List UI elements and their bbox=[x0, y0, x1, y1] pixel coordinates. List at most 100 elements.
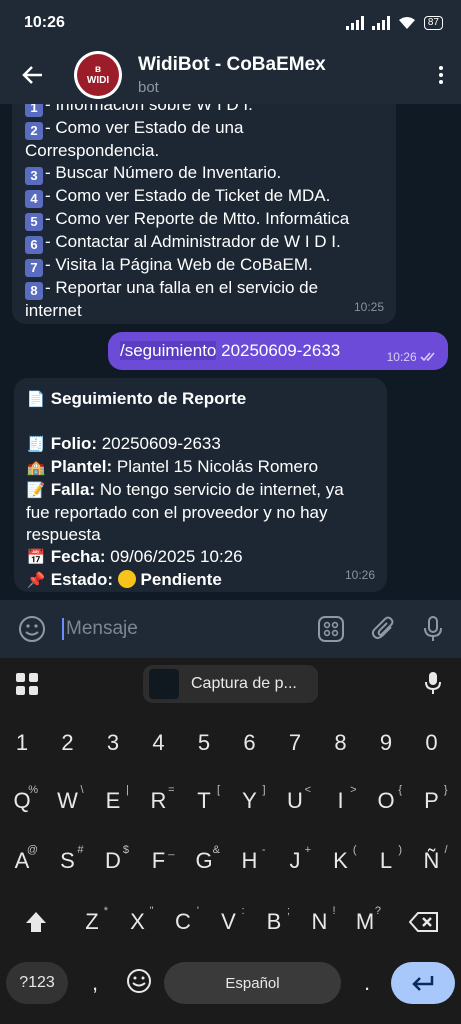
symbols-key[interactable]: ?123 bbox=[6, 962, 68, 1004]
estado-value: Pendiente bbox=[140, 570, 222, 589]
key-0[interactable]: 0 bbox=[414, 730, 450, 756]
arrow-left-icon bbox=[22, 66, 42, 84]
key-u[interactable]: U < bbox=[277, 784, 313, 814]
key-v[interactable]: V: bbox=[211, 905, 247, 935]
receipt-icon: 🧾 bbox=[26, 436, 46, 453]
falla-value-2: fue reportado con el proveedor y no hay bbox=[26, 503, 328, 522]
key-r[interactable]: R = bbox=[141, 784, 177, 814]
key-7[interactable]: 7 bbox=[277, 730, 313, 756]
clipboard-label: Captura de p... bbox=[191, 675, 297, 692]
key-z[interactable]: Z * bbox=[74, 905, 110, 935]
more-options-icon[interactable] bbox=[421, 66, 461, 84]
command-link[interactable]: /seguimiento bbox=[120, 341, 217, 360]
status-time: 10:26 bbox=[24, 14, 65, 31]
key-label: D bbox=[105, 848, 121, 873]
key-g[interactable]: G & bbox=[186, 844, 222, 874]
keycap-number-icon: 1 bbox=[25, 104, 43, 117]
key-5[interactable]: 5 bbox=[186, 730, 222, 756]
key-secondary-label: ; bbox=[286, 905, 290, 917]
period-key[interactable]: . bbox=[352, 970, 382, 996]
clipboard-suggestion[interactable]: Captura de p... bbox=[143, 665, 318, 703]
key-b[interactable]: B; bbox=[256, 905, 292, 935]
wifi-icon bbox=[398, 17, 415, 29]
key-secondary-label: / bbox=[444, 844, 448, 856]
key-label: J bbox=[289, 848, 301, 873]
key-q[interactable]: Q% bbox=[4, 784, 40, 814]
menu-item: 2- Como ver Estado de una bbox=[25, 117, 384, 140]
keycap-number-icon: 2 bbox=[25, 122, 43, 140]
key-label: R bbox=[150, 788, 167, 813]
key-m[interactable]: M? bbox=[347, 905, 383, 935]
key-o[interactable]: O{ bbox=[368, 784, 404, 814]
avatar-text: WIDI bbox=[86, 75, 110, 86]
bot-commands-button[interactable] bbox=[317, 615, 345, 643]
key-n[interactable]: N! bbox=[302, 905, 338, 935]
key-secondary-label: [ bbox=[216, 784, 220, 796]
battery-icon: 87 bbox=[423, 16, 443, 30]
message-input[interactable]: Mensaje bbox=[62, 618, 138, 640]
folio-label: Folio: bbox=[50, 434, 97, 453]
chat-title-block[interactable]: WidiBot - CoBaEMex bot bbox=[138, 54, 326, 96]
key-w[interactable]: W \ bbox=[50, 784, 86, 814]
bot-avatar[interactable]: ʙ WIDI bbox=[74, 51, 122, 99]
menu-item: 4- Como ver Estado de Ticket de MDA. bbox=[25, 185, 384, 208]
key-secondary-label: " bbox=[149, 905, 154, 917]
key-1[interactable]: 1 bbox=[4, 730, 40, 756]
key-9[interactable]: 9 bbox=[368, 730, 404, 756]
plantel-label: Plantel: bbox=[50, 457, 113, 476]
menu-message-bubble: 1- Información sobre W I D I. 2- Como ver… bbox=[12, 104, 396, 324]
keyboard-mic-button[interactable] bbox=[424, 671, 442, 700]
menu-item-text: - Contactar al Administrador de W I D I. bbox=[45, 232, 341, 251]
key-2[interactable]: 2 bbox=[50, 730, 86, 756]
backspace-key[interactable] bbox=[404, 904, 444, 940]
menu-item-text: Correspondencia. bbox=[25, 141, 160, 160]
key-f[interactable]: F _ bbox=[141, 844, 177, 874]
key-4[interactable]: 4 bbox=[141, 730, 177, 756]
key-k[interactable]: K( bbox=[323, 844, 359, 874]
key-y[interactable]: Y] bbox=[232, 784, 268, 814]
report-title: Seguimiento de Reporte bbox=[50, 389, 247, 408]
key-i[interactable]: I > bbox=[323, 784, 359, 814]
key-x[interactable]: X " bbox=[120, 905, 156, 935]
chat-subtitle: bot bbox=[138, 79, 159, 96]
key-6[interactable]: 6 bbox=[232, 730, 268, 756]
key-p[interactable]: P} bbox=[414, 784, 450, 814]
comma-key[interactable]: , bbox=[80, 970, 110, 996]
key-a[interactable]: A @ bbox=[4, 844, 40, 874]
voice-button[interactable] bbox=[423, 615, 443, 643]
key-label: G bbox=[195, 848, 213, 873]
back-button[interactable] bbox=[0, 46, 64, 104]
menu-item-text: - Información sobre W I D I. bbox=[45, 104, 253, 114]
menu-item: 5- Como ver Reporte de Mtto. Informática bbox=[25, 208, 384, 231]
key-j[interactable]: J + bbox=[277, 844, 313, 874]
key-3[interactable]: 3 bbox=[95, 730, 131, 756]
enter-key[interactable] bbox=[391, 962, 455, 1004]
shift-key[interactable] bbox=[16, 904, 56, 940]
key-secondary-label: { bbox=[398, 784, 402, 796]
key-label: T bbox=[197, 788, 211, 813]
key-c[interactable]: C ' bbox=[165, 905, 201, 935]
key-label: U bbox=[287, 788, 303, 813]
emoji-button[interactable] bbox=[18, 615, 46, 643]
key-8[interactable]: 8 bbox=[323, 730, 359, 756]
menu-item-text: internet bbox=[25, 301, 82, 320]
key-h[interactable]: H- bbox=[232, 844, 268, 874]
folio-value: 20250609-2633 bbox=[97, 434, 221, 453]
key-secondary-label: - bbox=[261, 844, 266, 856]
attach-button[interactable] bbox=[371, 615, 397, 643]
key-label: N bbox=[311, 909, 328, 934]
key-ñ[interactable]: Ñ / bbox=[414, 844, 450, 874]
chat-area[interactable]: 1- Información sobre W I D I. 2- Como ver… bbox=[0, 104, 461, 600]
key-l[interactable]: L) bbox=[368, 844, 404, 874]
key-label: I bbox=[337, 788, 344, 813]
key-t[interactable]: T[ bbox=[186, 784, 222, 814]
menu-item-text: - Buscar Número de Inventario. bbox=[45, 163, 282, 182]
emoji-key[interactable] bbox=[122, 968, 156, 1000]
key-label: P bbox=[424, 788, 439, 813]
key-e[interactable]: E | bbox=[95, 784, 131, 814]
apps-grid-icon[interactable] bbox=[16, 673, 38, 695]
key-d[interactable]: D $ bbox=[95, 844, 131, 874]
space-key[interactable]: Español bbox=[164, 962, 341, 1004]
falla-value-1: No tengo servicio de internet, ya bbox=[95, 480, 344, 499]
key-s[interactable]: S # bbox=[50, 844, 86, 874]
